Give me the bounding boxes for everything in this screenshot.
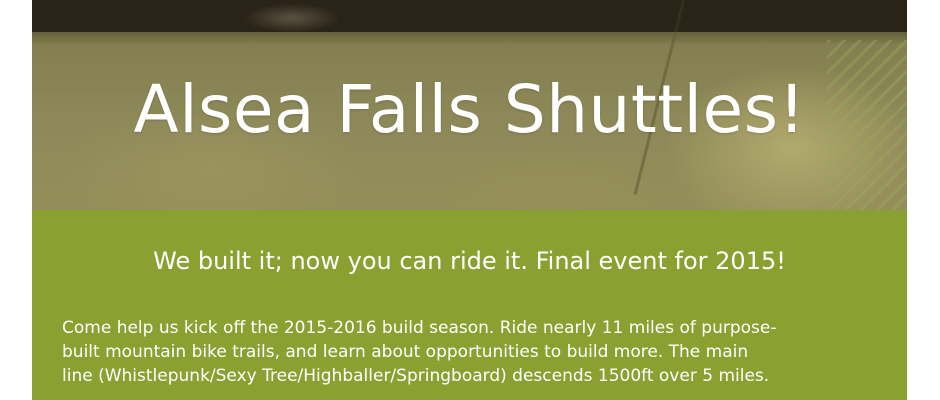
event-description: Come help us kick off the 2015-2016 buil… [62, 316, 892, 388]
description-line: Come help us kick off the 2015-2016 buil… [62, 318, 777, 338]
event-info-panel: We built it; now you can ride it. Final … [32, 210, 907, 400]
flyer-page: Alsea Falls Shuttles! We built it; now y… [0, 0, 940, 400]
description-line: line (Whistlepunk/Sexy Tree/Highballer/S… [62, 366, 770, 386]
event-tagline: We built it; now you can ride it. Final … [153, 247, 786, 275]
description-line: built mountain bike trails, and learn ab… [62, 342, 749, 362]
page-title: Alsea Falls Shuttles! [133, 71, 806, 148]
hero-photo-forest-strip [32, 0, 907, 32]
